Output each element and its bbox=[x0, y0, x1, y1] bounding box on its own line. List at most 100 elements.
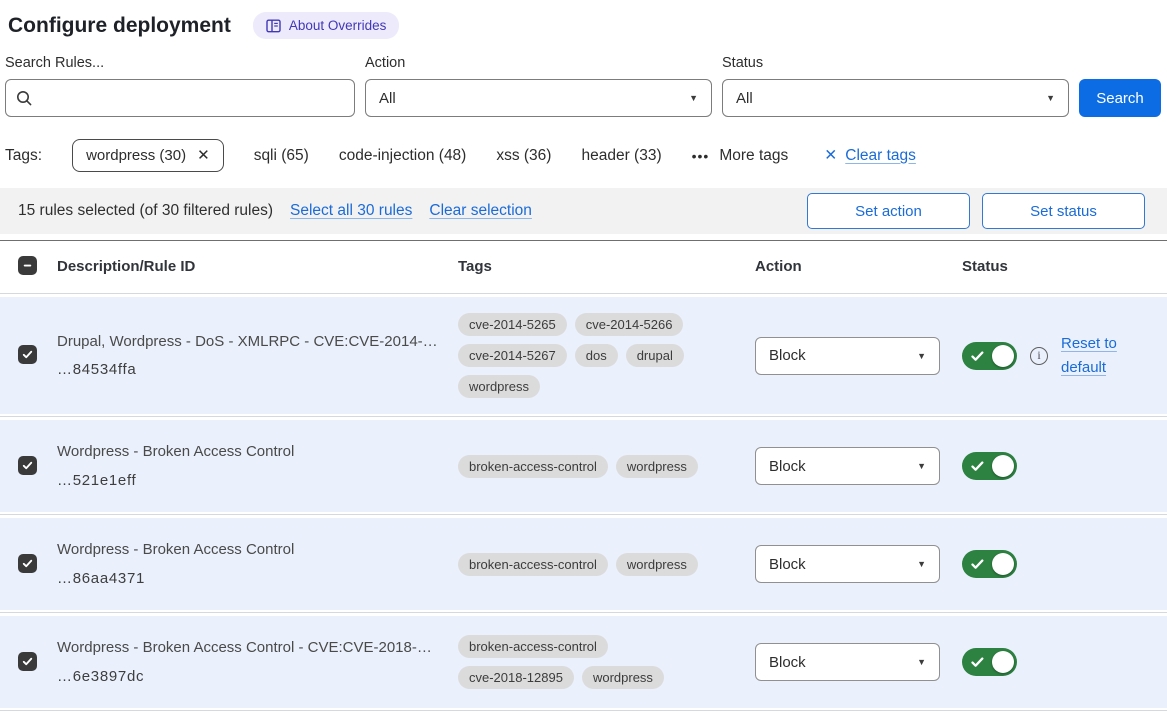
clear-tags-link[interactable]: ✕ Clear tags bbox=[824, 146, 916, 165]
action-filter-value: All bbox=[379, 90, 396, 107]
rules-table-body: Drupal, Wordpress - DoS - XMLRPC - CVE:C… bbox=[0, 291, 1167, 714]
chevron-down-icon: ▼ bbox=[917, 461, 926, 471]
more-tags-label: More tags bbox=[719, 147, 788, 165]
rule-tags: broken-access-control wordpress bbox=[458, 455, 710, 478]
tag-option-sqli[interactable]: sqli (65) bbox=[254, 147, 309, 165]
filter-bar: Search Rules... Action All ▼ Status bbox=[0, 39, 1167, 117]
action-filter-label: Action bbox=[365, 55, 712, 71]
tag-pill: wordpress bbox=[616, 455, 698, 478]
clear-selection-link[interactable]: Clear selection bbox=[429, 202, 532, 220]
chevron-down-icon: ▼ bbox=[917, 657, 926, 667]
table-row: Wordpress - Broken Access Control …86aa4… bbox=[0, 518, 1167, 610]
rule-action-value: Block bbox=[769, 556, 806, 573]
tag-option-xss[interactable]: xss (36) bbox=[496, 147, 551, 165]
set-status-button[interactable]: Set status bbox=[982, 193, 1145, 229]
row-checkbox[interactable] bbox=[18, 345, 37, 364]
rule-tags: broken-access-control cve-2018-12895 wordp… bbox=[458, 635, 710, 689]
rule-id: …84534ffa bbox=[57, 361, 441, 378]
action-filter-select[interactable]: All ▼ bbox=[365, 79, 712, 117]
tag-pill: cve-2014-5266 bbox=[575, 313, 684, 336]
tag-pill: broken-access-control bbox=[458, 455, 608, 478]
row-separator bbox=[0, 512, 1167, 518]
table-row: Wordpress - Broken Access Control …521e1… bbox=[0, 420, 1167, 512]
about-overrides-label: About Overrides bbox=[289, 18, 387, 33]
tag-pill: cve-2014-5267 bbox=[458, 344, 567, 367]
tags-bar: Tags: wordpress (30) ✕ sqli (65) code-in… bbox=[0, 117, 1167, 172]
clear-tags-label: Clear tags bbox=[845, 147, 916, 165]
rule-id: …6e3897dc bbox=[57, 668, 441, 685]
rule-action-select[interactable]: Block ▼ bbox=[755, 447, 940, 485]
chevron-down-icon: ▼ bbox=[689, 93, 698, 103]
table-header-row: Description/Rule ID Tags Action Status bbox=[0, 241, 1167, 291]
row-separator bbox=[0, 610, 1167, 616]
row-separator bbox=[0, 291, 1167, 297]
search-box[interactable] bbox=[5, 79, 355, 117]
selection-bar: 15 rules selected (of 30 filtered rules)… bbox=[0, 188, 1167, 234]
rules-table: Description/Rule ID Tags Action Status D… bbox=[0, 240, 1167, 714]
rule-action-value: Block bbox=[769, 458, 806, 475]
rule-id: …86aa4371 bbox=[57, 570, 441, 587]
reset-to-default-link[interactable]: Reset to default bbox=[1061, 332, 1127, 379]
row-checkbox[interactable] bbox=[18, 456, 37, 475]
search-input[interactable] bbox=[41, 89, 344, 108]
tag-pill: cve-2014-5265 bbox=[458, 313, 567, 336]
select-all-rules-link[interactable]: Select all 30 rules bbox=[290, 202, 412, 220]
status-filter-label: Status bbox=[722, 55, 1069, 71]
info-icon[interactable]: i bbox=[1030, 347, 1048, 365]
status-toggle[interactable] bbox=[962, 452, 1017, 480]
tag-pill: wordpress bbox=[616, 553, 698, 576]
tag-option-header[interactable]: header (33) bbox=[581, 147, 661, 165]
rule-action-select[interactable]: Block ▼ bbox=[755, 545, 940, 583]
chevron-down-icon: ▼ bbox=[917, 351, 926, 361]
toggle-knob bbox=[992, 651, 1014, 673]
page-header: Configure deployment About Overrides bbox=[0, 0, 1167, 39]
row-checkbox[interactable] bbox=[18, 652, 37, 671]
status-toggle[interactable] bbox=[962, 550, 1017, 578]
tag-option-code-injection[interactable]: code-injection (48) bbox=[339, 147, 467, 165]
rule-action-value: Block bbox=[769, 347, 806, 364]
row-checkbox[interactable] bbox=[18, 554, 37, 573]
rule-description: Wordpress - Broken Access Control bbox=[57, 541, 441, 560]
search-icon bbox=[16, 90, 33, 107]
tag-pill: cve-2018-12895 bbox=[458, 666, 574, 689]
status-toggle[interactable] bbox=[962, 648, 1017, 676]
column-header-tags: Tags bbox=[455, 258, 750, 275]
tag-pill: broken-access-control bbox=[458, 553, 608, 576]
rule-description: Drupal, Wordpress - DoS - XMLRPC - CVE:C… bbox=[57, 333, 441, 352]
chevron-down-icon: ▼ bbox=[1046, 93, 1055, 103]
chevron-down-icon: ▼ bbox=[917, 559, 926, 569]
select-all-checkbox[interactable] bbox=[18, 256, 37, 275]
about-overrides-badge[interactable]: About Overrides bbox=[253, 12, 400, 39]
tag-pill: dos bbox=[575, 344, 618, 367]
page-title: Configure deployment bbox=[8, 14, 231, 38]
status-filter-value: All bbox=[736, 90, 753, 107]
rule-tags: broken-access-control wordpress bbox=[458, 553, 710, 576]
selected-tag-label: wordpress (30) bbox=[86, 147, 186, 164]
search-rules-label: Search Rules... bbox=[5, 55, 355, 71]
toggle-knob bbox=[992, 345, 1014, 367]
rule-description: Wordpress - Broken Access Control - CVE:… bbox=[57, 639, 441, 658]
status-toggle[interactable] bbox=[962, 342, 1017, 370]
ellipsis-icon: ••• bbox=[692, 148, 710, 164]
search-button[interactable]: Search bbox=[1079, 79, 1161, 117]
rule-description: Wordpress - Broken Access Control bbox=[57, 443, 441, 462]
toggle-knob bbox=[992, 553, 1014, 575]
column-header-description: Description/Rule ID bbox=[57, 258, 455, 275]
remove-tag-icon[interactable]: ✕ bbox=[197, 148, 210, 163]
rule-id: …521e1eff bbox=[57, 472, 441, 489]
tag-pill: wordpress bbox=[582, 666, 664, 689]
row-separator bbox=[0, 414, 1167, 420]
selected-tag-chip[interactable]: wordpress (30) ✕ bbox=[72, 139, 224, 172]
rule-tags: cve-2014-5265 cve-2014-5266 cve-2014-5267 d… bbox=[458, 313, 710, 398]
configure-deployment-page: Configure deployment About Overrides Sea… bbox=[0, 0, 1167, 718]
rule-action-select[interactable]: Block ▼ bbox=[755, 643, 940, 681]
tag-pill: broken-access-control bbox=[458, 635, 608, 658]
column-header-status: Status bbox=[955, 258, 1167, 275]
tags-label: Tags: bbox=[5, 147, 42, 165]
set-action-button[interactable]: Set action bbox=[807, 193, 970, 229]
rule-action-value: Block bbox=[769, 654, 806, 671]
more-tags-button[interactable]: ••• More tags bbox=[692, 147, 789, 165]
tag-pill: drupal bbox=[626, 344, 684, 367]
status-filter-select[interactable]: All ▼ bbox=[722, 79, 1069, 117]
rule-action-select[interactable]: Block ▼ bbox=[755, 337, 940, 375]
